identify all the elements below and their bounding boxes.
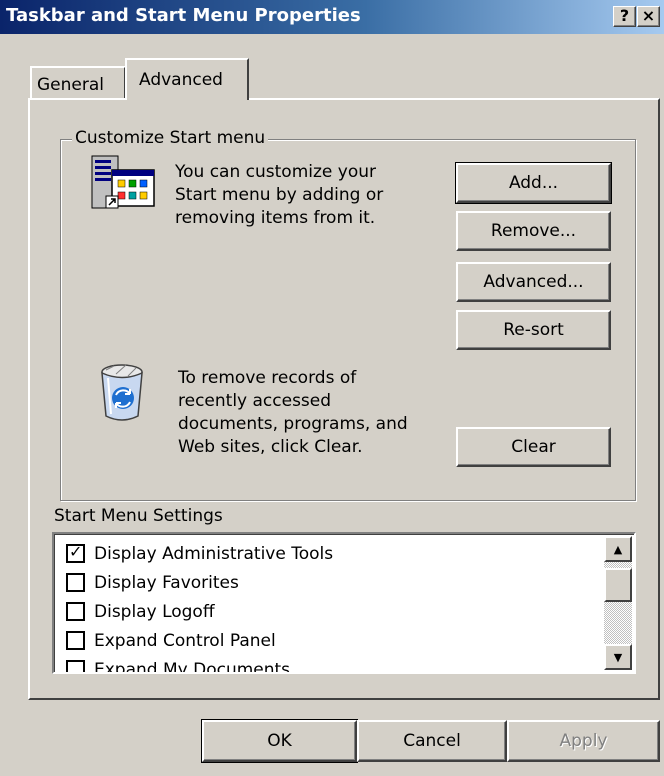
clear-description-line: recently accessed bbox=[178, 391, 332, 411]
ok-button[interactable]: OK bbox=[201, 719, 358, 763]
list-item-label: Expand My Documents bbox=[94, 659, 291, 674]
cancel-button[interactable]: Cancel bbox=[357, 720, 507, 762]
customize-description-line: Start menu by adding or bbox=[175, 185, 384, 205]
arrow-down-icon: ▼ bbox=[613, 650, 623, 664]
properties-dialog: Taskbar and Start Menu Properties ? × Ge… bbox=[0, 0, 664, 776]
list-item-display-favorites[interactable]: Display Favorites bbox=[66, 568, 239, 597]
clear-description-line: Web sites, click Clear. bbox=[178, 437, 363, 457]
checkbox-unchecked[interactable] bbox=[66, 631, 85, 650]
advanced-button[interactable]: Advanced... bbox=[456, 262, 611, 302]
customize-description: You can customize your Start menu by add… bbox=[175, 161, 383, 230]
title-bar[interactable]: Taskbar and Start Menu Properties ? × bbox=[0, 0, 664, 34]
scroll-down-button[interactable]: ▼ bbox=[604, 644, 632, 670]
scroll-up-button[interactable]: ▲ bbox=[604, 536, 632, 562]
help-button[interactable]: ? bbox=[613, 6, 636, 27]
add-button[interactable]: Add... bbox=[455, 162, 612, 204]
close-button[interactable]: × bbox=[637, 6, 660, 27]
list-item-expand-my-documents[interactable]: Expand My Documents bbox=[66, 655, 291, 674]
clear-description: To remove records of recently accessed d… bbox=[178, 367, 408, 459]
remove-button[interactable]: Remove... bbox=[456, 211, 611, 251]
list-item-label: Display Administrative Tools bbox=[94, 543, 334, 564]
start-menu-settings-list[interactable]: ✓ Display Administrative Tools Display F… bbox=[52, 532, 636, 674]
customize-description-line: removing items from it. bbox=[175, 208, 376, 228]
clear-description-line: documents, programs, and bbox=[178, 414, 408, 434]
list-item-label: Display Favorites bbox=[94, 572, 239, 593]
scrollbar-thumb[interactable] bbox=[604, 568, 632, 602]
tab-general[interactable]: General bbox=[30, 66, 126, 98]
clear-button[interactable]: Clear bbox=[456, 427, 611, 467]
start-menu-settings-label: Start Menu Settings bbox=[54, 506, 223, 526]
list-item-label: Expand Control Panel bbox=[94, 630, 276, 651]
checkbox-unchecked[interactable] bbox=[66, 602, 85, 621]
vertical-scrollbar[interactable]: ▲ ▼ bbox=[604, 536, 632, 670]
apply-button[interactable]: Apply bbox=[507, 720, 660, 762]
recycle-bin-icon bbox=[101, 364, 143, 421]
clear-description-line: To remove records of bbox=[178, 368, 357, 388]
checkbox-checked[interactable]: ✓ bbox=[66, 542, 85, 563]
window-title: Taskbar and Start Menu Properties bbox=[6, 5, 361, 26]
tab-advanced[interactable]: Advanced bbox=[125, 58, 249, 100]
checkbox-unchecked[interactable] bbox=[66, 573, 85, 592]
list-item-expand-control-panel[interactable]: Expand Control Panel bbox=[66, 626, 276, 655]
list-item-display-administrative-tools[interactable]: ✓ Display Administrative Tools bbox=[66, 539, 333, 568]
list-item-display-logoff[interactable]: Display Logoff bbox=[66, 597, 215, 626]
customize-description-line: You can customize your bbox=[175, 162, 376, 182]
checkbox-unchecked[interactable] bbox=[66, 660, 85, 672]
arrow-up-icon: ▲ bbox=[613, 542, 623, 556]
customize-group-label: Customize Start menu bbox=[72, 128, 269, 148]
resort-button[interactable]: Re-sort bbox=[456, 310, 611, 350]
checkmark-icon: ✓ bbox=[69, 542, 83, 561]
list-item-label: Display Logoff bbox=[94, 601, 215, 622]
start-menu-icon bbox=[91, 155, 155, 209]
